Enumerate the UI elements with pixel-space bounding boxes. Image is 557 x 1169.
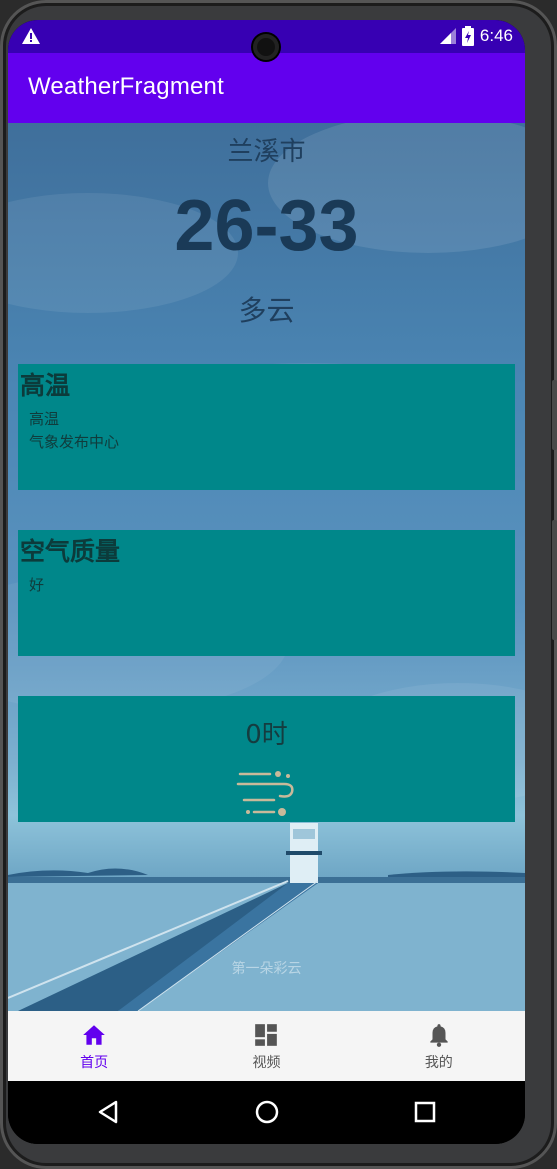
nav-item-mine[interactable]: 我的 xyxy=(353,1011,525,1081)
nav-item-video[interactable]: 视频 xyxy=(180,1011,352,1081)
air-quality-title: 空气质量 xyxy=(20,537,121,566)
alert-type: 高温 xyxy=(29,410,60,428)
volume-button xyxy=(552,380,557,450)
pier-scene xyxy=(8,823,525,1011)
nav-item-home[interactable]: 首页 xyxy=(8,1011,180,1081)
city-name: 兰溪市 xyxy=(227,137,306,167)
weather-condition: 多云 xyxy=(238,294,295,327)
weather-content[interactable]: 兰溪市 26-33 多云 高温 高温 气象发布中心 空气质量 好 0时 第一朵彩… xyxy=(8,123,525,1011)
system-navigation-bar xyxy=(8,1081,525,1144)
background-watermark: 第一朵彩云 xyxy=(231,961,302,977)
home-icon xyxy=(83,1025,105,1045)
nav-label-home: 首页 xyxy=(80,1055,109,1071)
app-bar-title: WeatherFragment xyxy=(28,73,224,100)
signal-icon xyxy=(439,28,456,44)
air-quality-card[interactable]: 空气质量 好 xyxy=(18,530,515,656)
dashboard-icon xyxy=(255,1024,278,1046)
phone-frame: 6:46 WeatherFragment 兰溪市 26-33 多云 高温 高温 … xyxy=(0,0,557,1169)
power-button xyxy=(552,520,557,640)
phone-screen: 6:46 WeatherFragment 兰溪市 26-33 多云 高温 高温 … xyxy=(8,20,525,1144)
status-bar: 6:46 xyxy=(8,20,525,60)
air-quality-value: 好 xyxy=(29,576,45,594)
battery-charging-icon xyxy=(461,26,474,46)
alert-source: 气象发布中心 xyxy=(29,433,120,451)
nav-label-video: 视频 xyxy=(252,1055,281,1071)
alert-card[interactable]: 高温 高温 气象发布中心 xyxy=(18,364,515,490)
warning-icon xyxy=(22,28,40,44)
hourly-forecast-card[interactable]: 0时 xyxy=(18,696,515,822)
alert-title: 高温 xyxy=(20,371,71,400)
status-time: 6:46 xyxy=(479,26,513,45)
home-button-icon[interactable] xyxy=(252,1097,282,1127)
forecast-hour: 0时 xyxy=(245,720,288,750)
nav-label-mine: 我的 xyxy=(424,1055,453,1071)
front-camera xyxy=(253,34,279,60)
back-icon[interactable] xyxy=(94,1097,124,1127)
wind-icon xyxy=(236,771,294,816)
bell-icon xyxy=(430,1024,448,1047)
recents-icon[interactable] xyxy=(410,1097,440,1127)
bottom-navigation: 首页 视频 我的 xyxy=(8,1011,525,1081)
temperature-range: 26-33 xyxy=(174,186,359,266)
app-bar: WeatherFragment xyxy=(8,53,525,123)
